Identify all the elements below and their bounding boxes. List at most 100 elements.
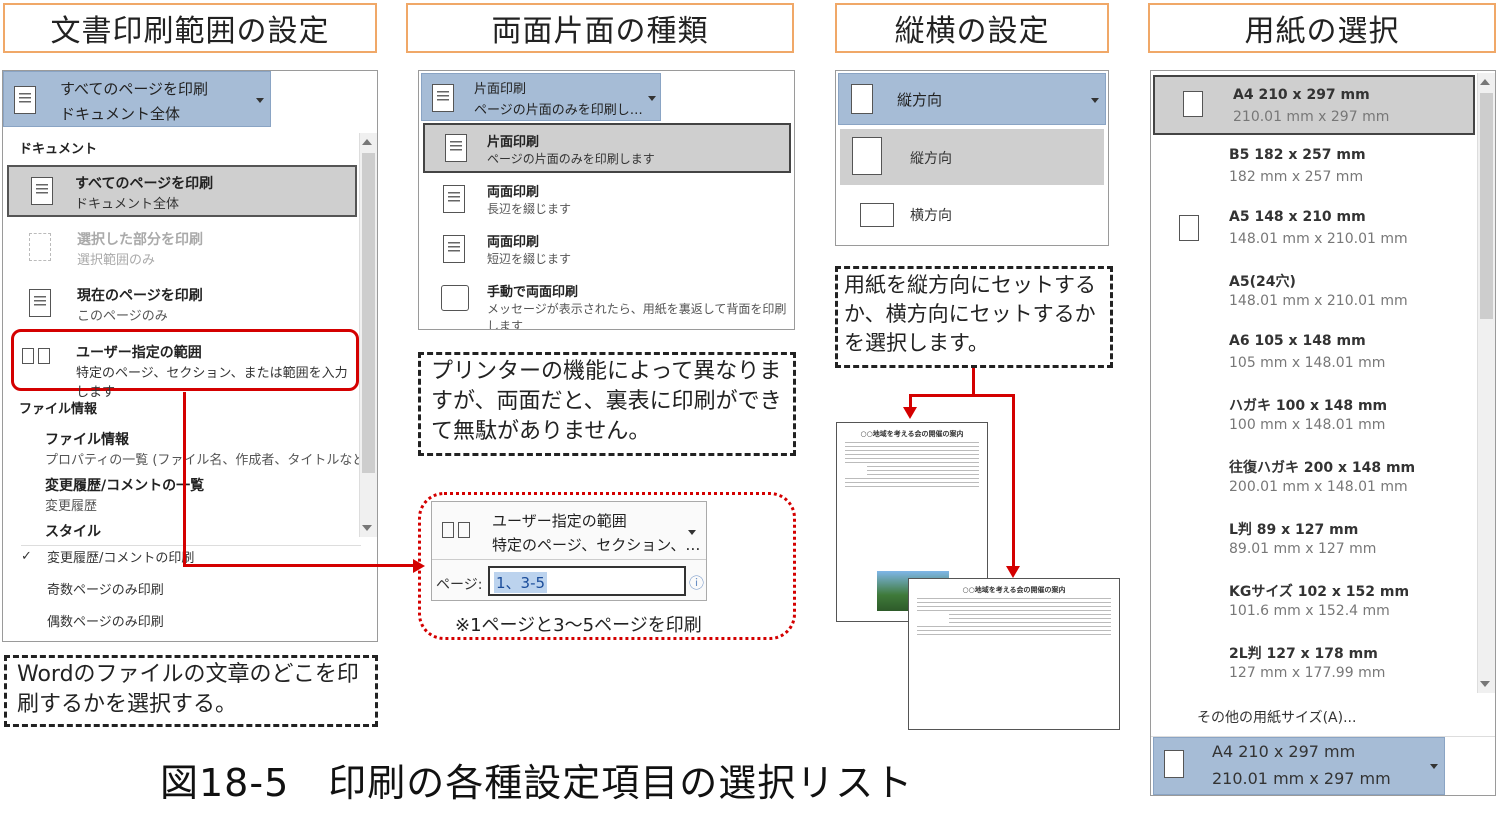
option-title: ファイル情報 [45, 432, 129, 448]
paper-size: 210.01 mm x 297 mm [1233, 109, 1390, 125]
connector-arrow [1012, 394, 1015, 566]
option-title: 現在のページを印刷 [77, 288, 203, 304]
paper-size: 127 mm x 177.99 mm [1229, 665, 1386, 681]
print-range-dropdown[interactable]: すべてのページを印刷 ドキュメント全体 [3, 71, 271, 127]
option-title: 選択した部分を印刷 [77, 232, 203, 248]
paper-size: 100 mm x 148.01 mm [1229, 417, 1386, 433]
option-sub: プロパティの一覧 (ファイル名、作成者、タイトルなど) [45, 453, 371, 468]
option-duplex-short[interactable]: 両面印刷 短辺を綴じます [423, 229, 791, 273]
paper-option[interactable]: 2L判 127 x 178 mm 127 mm x 177.99 mm [1151, 633, 1475, 693]
paper-option[interactable]: 往復ハガキ 200 x 148 mm 200.01 mm x 148.01 mm [1151, 447, 1475, 507]
option-label: 縦方向 [910, 151, 952, 167]
custom-range-dropdown[interactable]: ユーザー指定の範囲 特定のページ、セクション、… [432, 502, 706, 560]
dropdown-title: 片面印刷 [474, 82, 527, 97]
dropdown-sub: ページの片面のみを印刷し… [474, 103, 643, 118]
option-duplex-long[interactable]: 両面印刷 長辺を綴じます [423, 179, 791, 223]
orientation-panel: 縦方向 縦方向 横方向 [835, 70, 1109, 246]
option-odd-pages[interactable]: 奇数ページのみ印刷 [47, 579, 164, 598]
option-title: 両面印刷 [487, 185, 540, 200]
scroll-thumb[interactable] [362, 153, 375, 473]
chevron-down-icon[interactable] [1091, 98, 1099, 103]
option-sub: 特定のページ、セクション、または範囲を入力します [76, 366, 348, 400]
paper-option[interactable]: A5 148 x 210 mm 148.01 mm x 210.01 mm [1151, 199, 1475, 259]
more-paper-sizes-link[interactable]: その他の用紙サイズ(A)... [1197, 707, 1356, 727]
scrollbar[interactable] [359, 133, 377, 537]
print-range-panel: すべてのページを印刷 ドキュメント全体 ドキュメント すべてのページを印刷 ドキ… [2, 70, 378, 642]
document-icon [432, 84, 454, 112]
dropdown-title: ユーザー指定の範囲 [492, 512, 627, 530]
option-label: 偶数ページのみ印刷 [47, 615, 164, 630]
paper-option[interactable]: A4 210 x 297 mm 210.01 mm x 297 mm [1153, 75, 1475, 135]
option-revisions[interactable]: 変更履歴/コメントの一覧 変更履歴 [45, 475, 204, 514]
option-styles[interactable]: スタイル [45, 521, 101, 541]
paper-size: 105 mm x 148.01 mm [1229, 355, 1386, 371]
connector-arrow [183, 564, 415, 567]
paper-option[interactable]: KGサイズ 102 x 152 mm 101.6 mm x 152.4 mm [1151, 571, 1475, 631]
header-duplex: 両面片面の種類 [406, 3, 794, 53]
scroll-down-icon[interactable] [362, 525, 372, 531]
divider [21, 545, 361, 546]
paper-title: A5(24穴) [1229, 274, 1296, 290]
paper-title: A4 210 x 297 mm [1233, 87, 1370, 103]
group-file-info: ファイル情報 [19, 402, 98, 417]
orientation-dropdown[interactable]: 縦方向 [838, 73, 1106, 125]
dropdown-title: すべてのページを印刷 [60, 80, 209, 98]
option-title: 変更履歴/コメントの一覧 [45, 478, 205, 494]
option-title: 片面印刷 [487, 135, 540, 150]
dropdown-sub: 特定のページ、セクション、… [492, 536, 701, 554]
option-label: 横方向 [910, 208, 952, 224]
option-selection[interactable]: 選択した部分を印刷 選択範囲のみ [7, 227, 357, 271]
paper-option[interactable]: B5 182 x 257 mm 182 mm x 257 mm [1151, 137, 1475, 197]
option-one-sided[interactable]: 片面印刷 ページの片面のみを印刷します [423, 123, 791, 173]
custom-range-callout: ユーザー指定の範囲 特定のページ、セクション、… ページ: 1、3-5 ⓘ ※1… [418, 492, 796, 640]
chevron-down-icon[interactable] [648, 96, 656, 101]
chevron-down-icon[interactable] [1430, 764, 1438, 769]
printer-icon [441, 285, 469, 311]
selection-icon [29, 233, 51, 261]
document-icon [31, 177, 53, 205]
option-portrait[interactable]: 縦方向 [840, 129, 1104, 185]
option-print-markup[interactable]: ✓ 変更履歴/コメントの印刷 [21, 547, 194, 566]
paper-icon [1183, 91, 1203, 117]
paper-title: A6 105 x 148 mm [1229, 333, 1366, 349]
option-manual-duplex[interactable]: 手動で両面印刷 メッセージが表示されたら、用紙を裏返して背面を印刷します [423, 279, 791, 329]
pages-input[interactable]: 1、3-5 [488, 566, 686, 596]
paper-option[interactable]: ハガキ 100 x 148 mm 100 mm x 148.01 mm [1151, 385, 1475, 445]
option-all-pages[interactable]: すべてのページを印刷 ドキュメント全体 [7, 165, 357, 217]
paper-icon [1164, 750, 1184, 778]
dropdown-sub: 210.01 mm x 297 mm [1212, 769, 1391, 788]
document-icon [29, 289, 51, 317]
option-custom-range[interactable]: ユーザー指定の範囲 特定のページ、セクション、または範囲を入力します [11, 329, 359, 400]
option-even-pages[interactable]: 偶数ページのみ印刷 [47, 611, 164, 630]
scroll-up-icon[interactable] [362, 139, 372, 145]
chevron-down-icon[interactable] [688, 530, 696, 535]
paper-size: 148.01 mm x 210.01 mm [1229, 231, 1408, 247]
duplex-long-icon [443, 185, 465, 213]
portrait-icon [852, 137, 882, 175]
info-icon[interactable]: ⓘ [689, 572, 704, 593]
chevron-down-icon[interactable] [256, 98, 264, 103]
scroll-down-icon[interactable] [1480, 681, 1490, 687]
option-title: ユーザー指定の範囲 [76, 345, 202, 361]
paper-option[interactable]: L判 89 x 127 mm 89.01 mm x 127 mm [1151, 509, 1475, 569]
pages-input-value: 1、3-5 [494, 572, 548, 593]
option-landscape[interactable]: 横方向 [840, 191, 1104, 241]
option-sub: ドキュメント全体 [75, 197, 180, 212]
paper-title: A5 148 x 210 mm [1229, 209, 1366, 225]
duplex-panel: 片面印刷 ページの片面のみを印刷し… 片面印刷 ページの片面のみを印刷します 両… [418, 70, 795, 330]
connector-arrow [909, 394, 1015, 397]
paper-option[interactable]: A6 105 x 148 mm 105 mm x 148.01 mm [1151, 323, 1475, 383]
option-label: 変更履歴/コメントの印刷 [47, 551, 195, 566]
scroll-thumb[interactable] [1480, 93, 1493, 319]
option-file-info[interactable]: ファイル情報 プロパティの一覧 (ファイル名、作成者、タイトルなど) [45, 429, 371, 468]
header-paper: 用紙の選択 [1148, 3, 1496, 53]
scrollbar[interactable] [1477, 73, 1495, 693]
paper-size-dropdown[interactable]: A4 210 x 297 mm 210.01 mm x 297 mm [1153, 737, 1445, 795]
paper-option[interactable]: A5(24穴) 148.01 mm x 210.01 mm [1151, 261, 1475, 321]
option-title: すべてのページを印刷 [75, 176, 214, 192]
duplex-dropdown[interactable]: 片面印刷 ページの片面のみを印刷し… [421, 73, 661, 121]
duplex-note: プリンターの機能によって異なりますが、両面だと、裏表に印刷ができて無駄がありませ… [418, 352, 796, 456]
option-current-page[interactable]: 現在のページを印刷 このページのみ [7, 283, 357, 327]
scroll-up-icon[interactable] [1480, 79, 1490, 85]
paper-icon [1179, 215, 1199, 241]
